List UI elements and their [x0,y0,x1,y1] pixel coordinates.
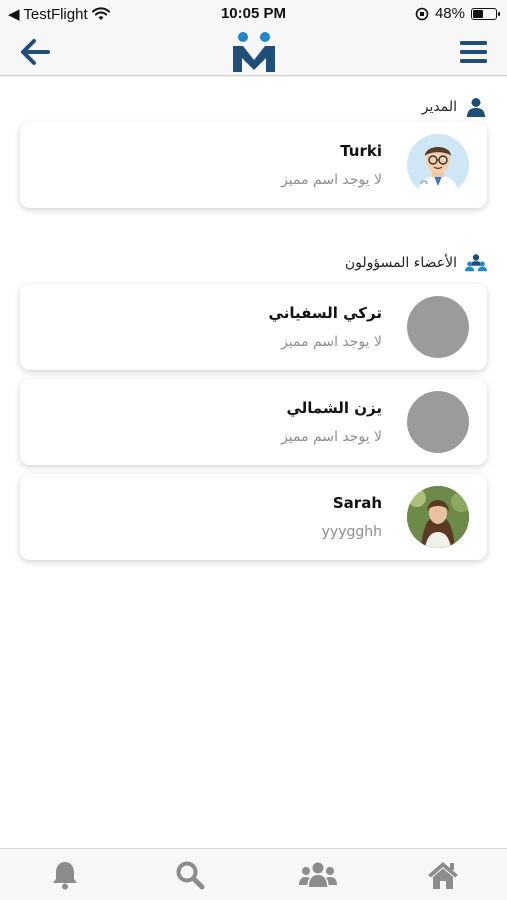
tab-search[interactable] [173,859,207,891]
search-icon [176,861,205,890]
member-name: تركي السفياني [268,304,382,322]
orientation-lock-icon [415,7,429,20]
member-name: يزن الشمالي [286,399,382,417]
status-right: 48% [415,5,500,22]
avatar-placeholder [407,296,469,358]
app-logo [229,30,279,74]
member-card[interactable]: يزن الشمالي لا يوجد اسم مميز [20,379,487,465]
member-nickname: لا يوجد اسم مميز [281,334,382,350]
hamburger-menu-icon [460,41,487,63]
avatar [407,134,469,196]
battery-percent: 48% [434,5,465,22]
arrow-left-icon [21,39,50,65]
member-card[interactable]: تركي السفياني لا يوجد اسم مميز [20,284,487,370]
battery-icon [471,7,500,20]
home-icon [428,862,458,889]
admin-section-title: المدير [421,99,457,115]
member-nickname: لا يوجد اسم مميز [281,429,382,445]
admin-section-header: المدير [422,96,487,118]
users-icon [299,862,337,887]
avatar-photo [407,486,469,548]
member-name: Sarah [332,494,382,512]
tab-notifications[interactable] [48,859,82,891]
menu-button[interactable] [457,36,489,68]
tab-bar [0,848,507,900]
tab-home[interactable] [426,859,460,891]
bell-icon [53,862,77,890]
tab-groups[interactable] [298,859,338,891]
app-header [0,28,507,76]
members-section-title: الأعضاء المسؤولون [344,255,457,271]
member-card-admin[interactable]: Turki لا يوجد اسم مميز [20,122,487,208]
member-name: Turki [340,142,382,160]
back-button[interactable] [18,36,52,68]
member-nickname: لا يوجد اسم مميز [281,172,382,188]
members-section-header: الأعضاء المسؤولون [345,252,487,274]
group-icon [465,254,487,272]
member-nickname: yyygghh [321,524,382,540]
member-card[interactable]: Sarah yyygghh [20,474,487,560]
status-bar: ◀ TestFlight 10:05 PM 48% [0,0,507,28]
avatar-placeholder [407,391,469,453]
user-icon [467,98,485,117]
